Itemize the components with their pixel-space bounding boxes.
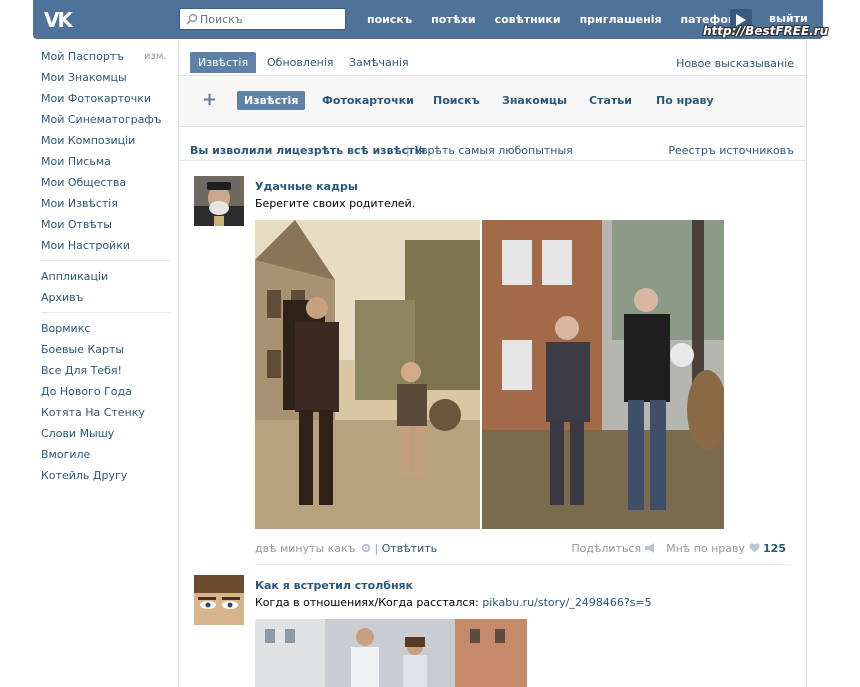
post-meta: двѣ минуты какъ | Отвѣтить	[255, 542, 438, 555]
reply-link[interactable]: Отвѣтить	[382, 542, 437, 555]
sidebar-app-vmogile[interactable]: Вмогиле	[41, 446, 171, 467]
tab-news[interactable]: Извѣстія	[190, 52, 257, 73]
tab-updates[interactable]: Обновленія	[259, 52, 342, 73]
post-text: Берегите своих родителей.	[255, 197, 416, 210]
post-text: Когда в отношениях/Когда расстался: pika…	[255, 596, 652, 609]
sidebar-app-kittens[interactable]: Котята На Стенку	[41, 404, 171, 425]
sidebar-item-archive[interactable]: Архивъ	[41, 289, 171, 310]
filter-photos[interactable]: Фотокарточки	[315, 91, 421, 110]
megaphone-icon[interactable]	[644, 543, 656, 553]
filter-news[interactable]: Извѣстія	[237, 91, 306, 110]
like-count: 125	[763, 542, 786, 555]
like-link[interactable]: Мнѣ по нраву	[666, 542, 745, 555]
subhead-separator: |	[406, 144, 410, 157]
post-photo[interactable]	[255, 619, 527, 687]
post-link[interactable]: pikabu.ru/story/_2498466?s=5	[482, 596, 651, 609]
sidebar-item-passport[interactable]: Мой Паспортъ изм.	[41, 48, 171, 69]
watermark: http://BestFREE.ru	[703, 24, 829, 38]
avatar[interactable]	[194, 575, 244, 625]
edit-link[interactable]: изм.	[144, 48, 167, 65]
post-author[interactable]: Удачные кадры	[255, 180, 358, 193]
sidebar-app-all-for-you[interactable]: Все Для Тебя!	[41, 362, 171, 383]
nav-games[interactable]: потѣхи	[431, 13, 475, 26]
sidebar-divider	[41, 260, 171, 261]
feed-post: Удачные кадры Берегите своих родителей.	[194, 176, 794, 576]
new-post-link[interactable]: Новое высказываніе	[676, 57, 794, 70]
sidebar-app-wormix[interactable]: Вормикс	[41, 320, 171, 341]
filter-search[interactable]: Поискъ	[426, 91, 487, 110]
sidebar-app-new-year[interactable]: До Нового Года	[41, 383, 171, 404]
post-actions: Подѣлиться Мнѣ по нраву 125	[571, 542, 786, 555]
left-sidebar: Мой Паспортъ изм. Мои Знакомцы Мои Фотока…	[41, 48, 171, 488]
news-feed: Извѣстія Обновленія Замѣчанія Новое выск…	[178, 40, 807, 687]
tab-comments[interactable]: Замѣчанія	[341, 52, 417, 73]
post-divider	[255, 564, 791, 565]
share-link[interactable]: Подѣлиться	[571, 542, 641, 555]
tab-bar: Извѣстія Обновленія Замѣчанія Новое выск…	[179, 40, 806, 76]
post-photo-old[interactable]	[255, 220, 480, 529]
sidebar-item-answers[interactable]: Мои Отвѣты	[41, 216, 171, 237]
sidebar-item-settings[interactable]: Мои Настройки	[41, 237, 171, 258]
avatar[interactable]	[194, 176, 244, 226]
search-icon	[186, 13, 198, 25]
vk-logo[interactable]: VK	[44, 9, 86, 31]
sidebar-item-messages[interactable]: Мои Письма	[41, 153, 171, 174]
all-news-label: Вы изволили лицезрѣть всѣ извѣстія	[190, 144, 426, 157]
filter-bar: + Извѣстія Фотокарточки Поискъ Знакомцы …	[179, 77, 806, 127]
interesting-link[interactable]: Узрѣть самыя любопытныя	[415, 144, 573, 157]
post-author[interactable]: Как я встретил столбняк	[255, 579, 413, 592]
heart-icon[interactable]	[748, 543, 760, 553]
sidebar-item-apps[interactable]: Аппликаціи	[41, 268, 171, 289]
search-box[interactable]	[179, 8, 346, 30]
feed-subheader: Вы изволили лицезрѣть всѣ извѣстія | Узр…	[179, 139, 806, 161]
sidebar-app-catch-mouse[interactable]: Слови Мышу	[41, 425, 171, 446]
nav-advisors[interactable]: совѣтники	[495, 13, 561, 26]
sidebar-item-friends[interactable]: Мои Знакомцы	[41, 69, 171, 90]
sidebar-item-music[interactable]: Мои Композиціи	[41, 132, 171, 153]
add-icon[interactable]: +	[202, 88, 217, 112]
sources-link[interactable]: Реестръ источниковъ	[668, 144, 794, 157]
filter-friends[interactable]: Знакомцы	[495, 91, 574, 110]
filter-articles[interactable]: Статьи	[582, 91, 639, 110]
sidebar-item-photos[interactable]: Мои Фотокарточки	[41, 90, 171, 111]
feed-post: Как я встретил столбняк Когда в отношени…	[194, 575, 794, 687]
nav-invitations[interactable]: приглашенія	[580, 13, 662, 26]
gear-icon[interactable]	[361, 543, 371, 553]
sidebar-item-groups[interactable]: Мои Общества	[41, 174, 171, 195]
post-photo-new[interactable]	[482, 220, 724, 529]
search-input[interactable]	[200, 10, 340, 28]
sidebar-item-videos[interactable]: Мой Синематографъ	[41, 111, 171, 132]
filter-liked[interactable]: По нраву	[649, 91, 721, 110]
sidebar-app-kotel[interactable]: Котейль Другу	[41, 467, 171, 488]
sidebar-divider	[41, 312, 171, 313]
nav-search[interactable]: поискъ	[367, 13, 412, 26]
post-time[interactable]: двѣ минуты какъ	[255, 542, 356, 555]
sidebar-item-news[interactable]: Мои Извѣстія	[41, 195, 171, 216]
sidebar-app-battle-cards[interactable]: Боевые Карты	[41, 341, 171, 362]
